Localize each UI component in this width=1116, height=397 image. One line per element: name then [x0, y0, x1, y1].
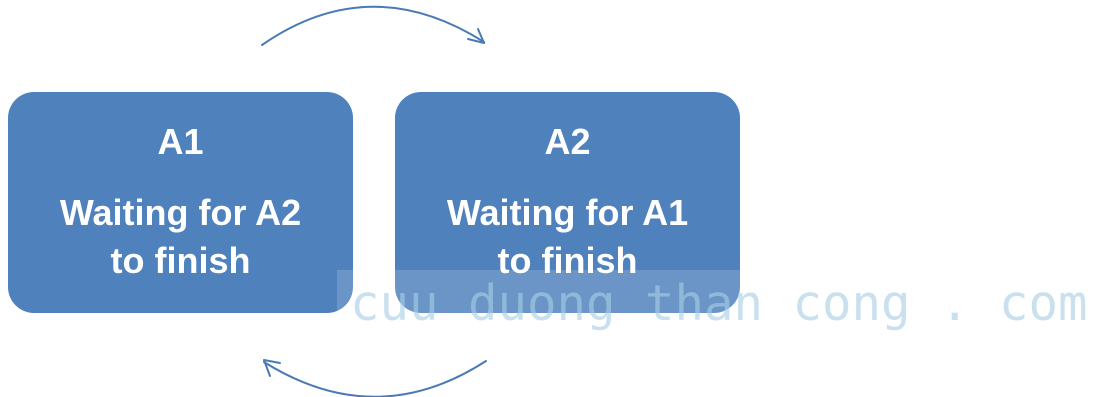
process-a1-title: A1 [157, 121, 204, 162]
process-a1-status-line1: Waiting for A2 [59, 192, 302, 233]
arrow-a2-to-a1 [263, 359, 487, 397]
arrow-a1-to-a2-head [467, 28, 485, 44]
arrow-a2-to-a1-curve [263, 360, 487, 397]
process-box-a1: A1 Waiting for A2 to finish [8, 92, 353, 313]
process-a1-status-line2: to finish [110, 240, 251, 281]
watermark-text: cuu duong than cong . com [350, 275, 1088, 332]
process-a2-status-line1: Waiting for A1 [446, 192, 689, 233]
process-a2-title: A2 [544, 121, 591, 162]
arrow-a2-to-a1-head [263, 359, 281, 377]
arrow-a1-to-a2-curve [261, 5, 485, 46]
arrow-a1-to-a2 [261, 5, 485, 46]
